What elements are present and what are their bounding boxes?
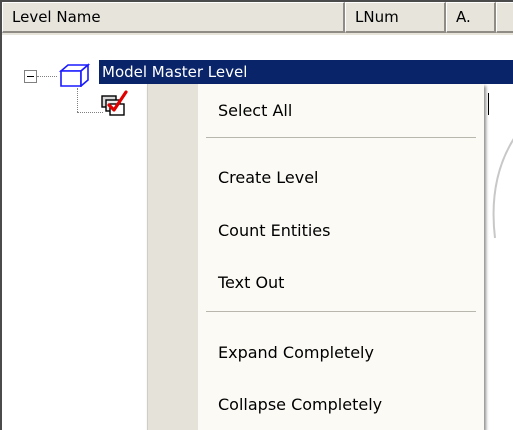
menu-item-expand-completely[interactable]: Expand Completely xyxy=(218,341,374,365)
column-header-bar: Level Name LNum A. xyxy=(2,2,513,35)
cube-icon xyxy=(58,63,91,87)
column-header-level-name[interactable]: Level Name xyxy=(2,2,345,33)
tree-connector xyxy=(77,88,78,112)
context-menu-icon-gutter xyxy=(148,84,198,430)
menu-separator xyxy=(206,137,476,138)
menu-separator xyxy=(206,311,476,312)
menu-item-count-entities[interactable]: Count Entities xyxy=(218,219,330,243)
level-manager-panel: Level Name LNum A. Model Master Level Se… xyxy=(0,0,513,430)
column-header-a[interactable]: A. xyxy=(446,2,496,33)
column-divider xyxy=(488,93,489,115)
tree-connector xyxy=(37,76,57,77)
tree-root-label: Model Master Level xyxy=(102,63,248,81)
menu-item-collapse-completely[interactable]: Collapse Completely xyxy=(218,393,382,417)
layers-checked-icon xyxy=(101,90,128,116)
menu-item-text-out[interactable]: Text Out xyxy=(218,271,284,295)
menu-item-create-level[interactable]: Create Level xyxy=(218,166,318,190)
background-arc xyxy=(492,138,513,239)
collapse-minus-icon[interactable] xyxy=(24,70,37,83)
column-header-filler xyxy=(496,2,513,33)
column-header-lnum[interactable]: LNum xyxy=(345,2,446,33)
menu-item-select-all[interactable]: Select All xyxy=(218,99,292,123)
context-menu: Select All Create Level Count Entities T… xyxy=(147,84,484,430)
